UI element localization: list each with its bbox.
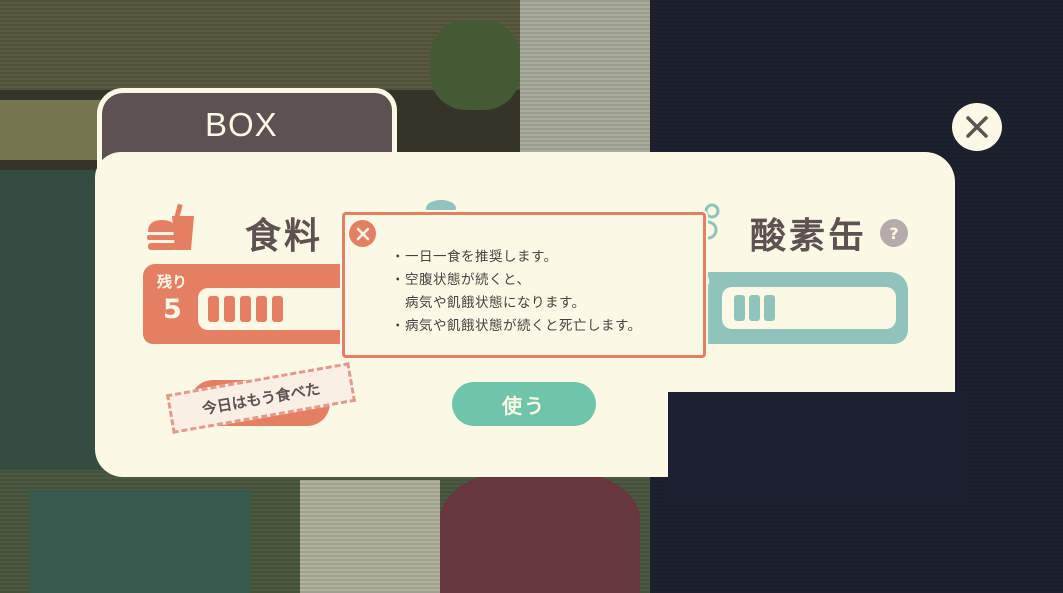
box-title: BOX bbox=[205, 106, 278, 143]
oxygen-gauge-cell bbox=[734, 295, 745, 321]
oxygen-gauge-cell bbox=[764, 295, 775, 321]
food-title: 食料 bbox=[245, 216, 324, 257]
food-gauge-cell bbox=[272, 296, 283, 322]
help-icon[interactable]: ? bbox=[880, 219, 908, 247]
panel-cutout bbox=[668, 392, 968, 502]
close-button[interactable] bbox=[952, 103, 1002, 151]
oxygen-title: 酸素缶 bbox=[750, 216, 868, 257]
oxygen-gauge bbox=[722, 287, 896, 329]
tooltip-line: ・一日一食を推奨します。 bbox=[391, 249, 558, 265]
tooltip-line: ・空腹状態が続くと、 bbox=[391, 272, 531, 288]
food-gauge-cell bbox=[240, 296, 251, 322]
tooltip-line: 病気や飢餓状態になります。 bbox=[391, 295, 586, 311]
food-remaining-label: 残り bbox=[157, 273, 188, 291]
food-remaining-value: 5 bbox=[163, 294, 182, 325]
food-gauge-cell bbox=[224, 296, 235, 322]
food-gauge-cell bbox=[208, 296, 219, 322]
food-gauge-cell bbox=[256, 296, 267, 322]
burger-drink-icon bbox=[147, 203, 194, 250]
close-icon bbox=[966, 116, 988, 138]
use-button[interactable]: 使う bbox=[452, 382, 596, 426]
tooltip-line: ・病気や飢餓状態が続くと死亡します。 bbox=[391, 318, 642, 334]
tooltip-close-button[interactable] bbox=[349, 220, 376, 247]
tooltip-close-icon bbox=[356, 227, 369, 240]
oxygen-gauge-cell bbox=[749, 295, 760, 321]
